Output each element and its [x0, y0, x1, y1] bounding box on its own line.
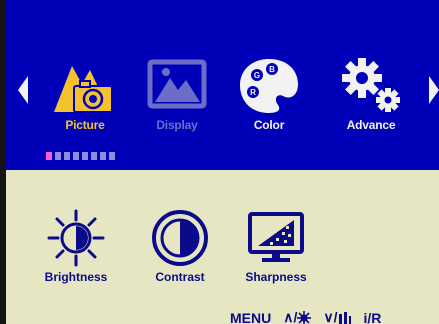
submenu-item-brightness[interactable]: Brightness	[30, 208, 122, 288]
submenu-item-sharpness[interactable]: Sharpness	[230, 208, 322, 288]
page-dot	[73, 152, 79, 160]
menu-tab-label: Color	[253, 118, 285, 132]
display-image-icon	[147, 59, 207, 109]
volume-icon	[338, 311, 351, 324]
menu-tab-picture[interactable]: Picture	[40, 56, 130, 142]
down-key-hint: ∨/	[323, 309, 351, 324]
up-key-hint: ∧/	[283, 309, 312, 324]
arrow-left-icon[interactable]	[18, 72, 28, 108]
page-dot-active	[46, 152, 52, 160]
menu-tab-advance[interactable]: Advance	[326, 56, 416, 142]
palette-rgb-icon: G B R	[240, 59, 298, 113]
gears-icon	[342, 58, 400, 112]
picture-mountain-camera-icon	[54, 66, 113, 113]
page-dot	[82, 152, 88, 160]
osd-screen: Picture Display G B R Color Advance Brig…	[6, 0, 439, 324]
submenu-item-label: Contrast	[155, 270, 205, 284]
submenu-item-contrast[interactable]: Contrast	[134, 208, 226, 288]
submenu-item-label: Sharpness	[245, 270, 307, 284]
page-dot	[64, 152, 70, 160]
sharpness-monitor-icon	[248, 212, 304, 262]
menu-key-hint: MENU	[230, 309, 272, 324]
menu-tab-color[interactable]: G B R Color	[224, 56, 314, 142]
svg-text:B: B	[269, 65, 275, 74]
svg-text:G: G	[254, 71, 260, 80]
page-dot	[100, 152, 106, 160]
menu-tab-label: Picture	[65, 118, 105, 132]
menu-tab-label: Display	[156, 118, 198, 132]
submenu-panel: Brightness Contrast Sharpness MENU ∧/ ∨/…	[6, 170, 439, 324]
sun-brightness-icon	[47, 209, 105, 267]
sun-small-icon	[297, 310, 312, 324]
page-dot	[91, 152, 97, 160]
menu-tab-display[interactable]: Display	[132, 56, 222, 142]
page-dot	[109, 152, 115, 160]
key-hints: MENU ∧/ ∨/ i/R	[230, 309, 381, 324]
input-key-hint: i/R	[363, 309, 382, 324]
svg-text:R: R	[250, 88, 256, 97]
page-indicator	[46, 152, 115, 160]
page-dot	[55, 152, 61, 160]
menu-tab-label: Advance	[346, 118, 396, 132]
contrast-circle-icon	[152, 210, 208, 266]
submenu-item-label: Brightness	[44, 270, 108, 284]
arrow-right-icon[interactable]	[429, 72, 439, 108]
